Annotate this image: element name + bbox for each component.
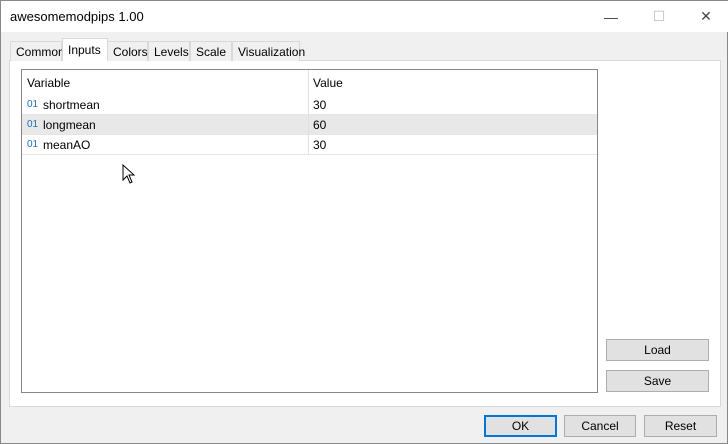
header-variable[interactable]: Variable — [22, 70, 309, 95]
tab-colors[interactable]: Colors — [107, 41, 148, 61]
variable-name: shortmean — [43, 97, 100, 112]
value-cell[interactable]: 60 — [309, 118, 326, 132]
tab-scale[interactable]: Scale — [190, 41, 232, 61]
save-button[interactable]: Save — [606, 370, 709, 392]
close-button[interactable]: ✕ — [683, 1, 728, 32]
tab-inputs[interactable]: Inputs — [62, 38, 108, 61]
header-value[interactable]: Value — [309, 76, 343, 90]
table-header: Variable Value — [22, 70, 597, 95]
title-bar: awesomemodpips 1.00 — ☐ ✕ — [1, 1, 728, 32]
table-row[interactable]: 01 longmean 60 — [22, 115, 597, 135]
tab-levels[interactable]: Levels — [148, 41, 190, 61]
table-row[interactable]: 01 meanAO 30 — [22, 135, 597, 155]
tab-common[interactable]: Common — [10, 41, 65, 61]
table-row[interactable]: 01 shortmean 30 — [22, 95, 597, 115]
window-title: awesomemodpips 1.00 — [10, 9, 144, 24]
inputs-table: Variable Value 01 shortmean 30 01 longmean… — [21, 69, 598, 393]
value-cell[interactable]: 30 — [309, 138, 326, 152]
maximize-button[interactable]: ☐ — [636, 1, 682, 32]
cancel-button[interactable]: Cancel — [564, 415, 636, 437]
reset-button[interactable]: Reset — [644, 415, 717, 437]
variable-name: meanAO — [43, 137, 91, 152]
load-button[interactable]: Load — [606, 339, 709, 361]
minimize-button[interactable]: — — [588, 1, 634, 32]
tab-visualization[interactable]: Visualization — [232, 41, 305, 61]
integer-type-icon: 01 — [27, 99, 39, 110]
integer-type-icon: 01 — [27, 119, 39, 130]
variable-name: longmean — [43, 117, 96, 132]
integer-type-icon: 01 — [27, 139, 39, 150]
ok-button[interactable]: OK — [484, 415, 557, 437]
value-cell[interactable]: 30 — [309, 98, 326, 112]
mouse-cursor-icon — [122, 164, 136, 184]
